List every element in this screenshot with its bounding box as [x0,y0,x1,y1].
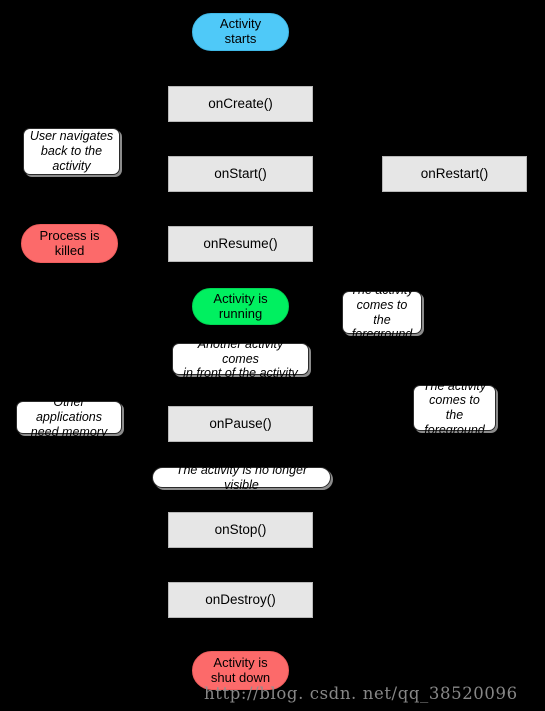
node-process-killed-line1: Process is [39,227,100,243]
watermark-url: http://blog. csdn. net/qq_38520096 [204,684,518,703]
node-process-killed-line2: killed [54,242,85,258]
activity-lifecycle-diagram: Activity starts onCreate() onStart() onR… [0,0,545,711]
node-activity-shut-down-line1: Activity is [213,654,268,670]
node-activity-starts-line1: Activity [219,16,262,32]
callout-other-applications-need-memory: Other applications need memory [16,395,122,439]
node-process-killed: Process is killed [21,224,118,263]
callout-foreground-resume-line2: comes to the [429,393,480,422]
node-on-start-label: onStart() [214,166,267,182]
callout-other-applications-need-memory-line1: Other applications [35,395,102,425]
node-on-restart: onRestart() [382,156,527,192]
callout-another-activity-in-front: Another activity comes in front of the a… [172,337,309,380]
node-on-pause: onPause() [168,406,313,442]
callout-no-longer-visible-label: The activity is no longer visible [175,462,308,492]
callout-another-activity-in-front-line2: in front of the activity [183,366,298,381]
node-activity-running-line1: Activity is [213,290,268,306]
node-activity-starts: Activity starts [192,13,289,51]
callout-user-navigates-back-line2: back to the [40,144,103,159]
callout-user-navigates-back: User navigates back to the activity [23,128,120,175]
callout-foreground-restart-line3: foreground [351,327,413,342]
node-on-create: onCreate() [168,86,313,122]
node-activity-running: Activity is running [192,288,289,325]
callout-other-applications-need-memory-line2: need memory [30,424,108,439]
node-on-stop-label: onStop() [214,522,267,538]
node-on-start: onStart() [168,156,313,192]
callout-user-navigates-back-line1: User navigates [29,129,114,144]
node-activity-running-line2: running [218,305,263,321]
callout-foreground-resume-line1: The activity [422,378,487,393]
node-on-resume-label: onResume() [203,236,278,252]
node-activity-starts-line2: starts [224,31,257,46]
node-on-restart-label: onRestart() [420,166,489,182]
node-on-create-label: onCreate() [208,96,273,112]
callout-no-longer-visible: The activity is no longer visible [152,463,331,492]
callout-user-navigates-back-line3: activity [52,158,91,173]
callout-foreground-restart-line2: comes to the [356,297,408,327]
node-on-stop: onStop() [168,512,313,548]
node-on-destroy-label: onDestroy() [205,592,276,608]
node-on-pause-label: onPause() [209,416,272,432]
node-activity-shut-down-line2: shut down [210,669,271,685]
callout-foreground-restart: The activity comes to the foreground [342,283,422,341]
callout-another-activity-in-front-line1: Another activity comes [197,336,284,366]
callout-foreground-resume: The activity comes to the foreground [413,379,496,437]
callout-foreground-restart-line1: The activity [350,283,414,297]
callout-foreground-resume-line3: foreground [424,422,485,437]
node-on-destroy: onDestroy() [168,582,313,618]
node-on-resume: onResume() [168,226,313,262]
